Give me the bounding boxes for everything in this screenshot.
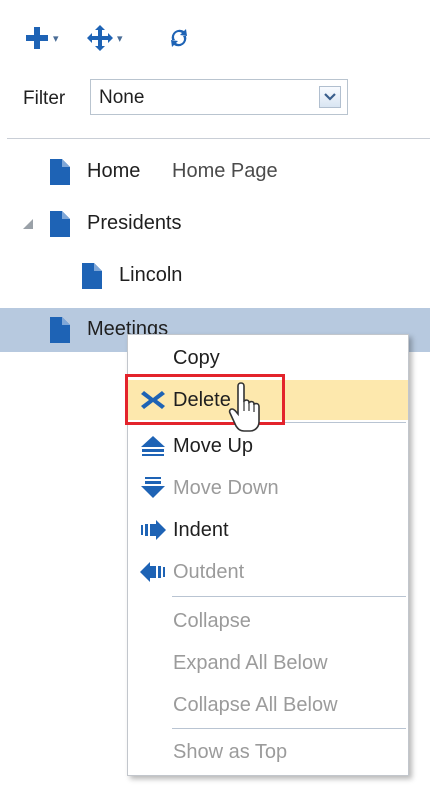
add-button[interactable]: ▾ bbox=[25, 18, 59, 58]
move-icon bbox=[87, 25, 113, 51]
add-icon bbox=[26, 27, 48, 49]
chevron-down-icon: ▾ bbox=[117, 32, 123, 45]
page-icon bbox=[82, 263, 102, 289]
tree-row-lincoln[interactable]: Lincoln bbox=[0, 254, 430, 298]
menu-separator bbox=[172, 596, 406, 597]
tree-item-label: Home bbox=[87, 160, 141, 182]
menu-item-label: Copy bbox=[173, 347, 220, 369]
menu-item-label: Expand All Below bbox=[173, 652, 328, 674]
menu-item-move-down[interactable]: Move Down bbox=[128, 468, 408, 508]
page-icon bbox=[50, 211, 70, 237]
expand-triangle-icon[interactable] bbox=[23, 219, 33, 229]
page-icon bbox=[50, 159, 70, 185]
menu-separator bbox=[172, 728, 406, 729]
menu-item-label: Collapse All Below bbox=[173, 694, 338, 716]
chevron-down-icon: ▾ bbox=[53, 32, 59, 45]
divider bbox=[7, 138, 430, 139]
move-up-icon bbox=[141, 436, 165, 456]
indent-icon bbox=[141, 520, 166, 540]
menu-item-move-up[interactable]: Move Up bbox=[128, 426, 408, 466]
menu-item-label: Show as Top bbox=[173, 741, 288, 763]
tree-item-label: Lincoln bbox=[119, 264, 183, 286]
menu-item-copy[interactable]: Copy bbox=[128, 338, 408, 378]
outdent-icon bbox=[140, 562, 165, 582]
refresh-icon bbox=[171, 29, 187, 47]
move-button[interactable]: ▾ bbox=[87, 18, 123, 58]
menu-item-label: Move Up bbox=[173, 435, 254, 457]
menu-item-label: Indent bbox=[173, 519, 229, 541]
filter-label: Filter bbox=[23, 88, 66, 109]
menu-item-show-as-top[interactable]: Show as Top bbox=[128, 732, 408, 772]
tree-row-presidents[interactable]: Presidents bbox=[0, 202, 430, 246]
toolbar: ▾ ▾ bbox=[25, 18, 265, 58]
filter-value: None bbox=[99, 87, 145, 108]
menu-item-label: Collapse bbox=[173, 610, 251, 632]
menu-item-expand-all-below[interactable]: Expand All Below bbox=[128, 643, 408, 683]
menu-item-collapse[interactable]: Collapse bbox=[128, 601, 408, 641]
menu-item-collapse-all-below[interactable]: Collapse All Below bbox=[128, 685, 408, 725]
page-icon bbox=[50, 317, 70, 343]
refresh-button[interactable] bbox=[167, 18, 191, 58]
tree-item-description: Home Page bbox=[172, 160, 278, 182]
tree-row-home[interactable]: Home Home Page bbox=[0, 150, 430, 194]
tree-item-label: Presidents bbox=[87, 212, 182, 234]
menu-item-indent[interactable]: Indent bbox=[128, 510, 408, 550]
menu-item-label: Move Down bbox=[173, 477, 279, 499]
dropdown-arrow-icon[interactable] bbox=[319, 86, 341, 108]
pointer-cursor-icon bbox=[228, 382, 260, 432]
filter-select[interactable]: None bbox=[90, 79, 348, 115]
menu-item-outdent[interactable]: Outdent bbox=[128, 552, 408, 592]
move-down-icon bbox=[141, 477, 165, 498]
menu-item-label: Outdent bbox=[173, 561, 245, 583]
